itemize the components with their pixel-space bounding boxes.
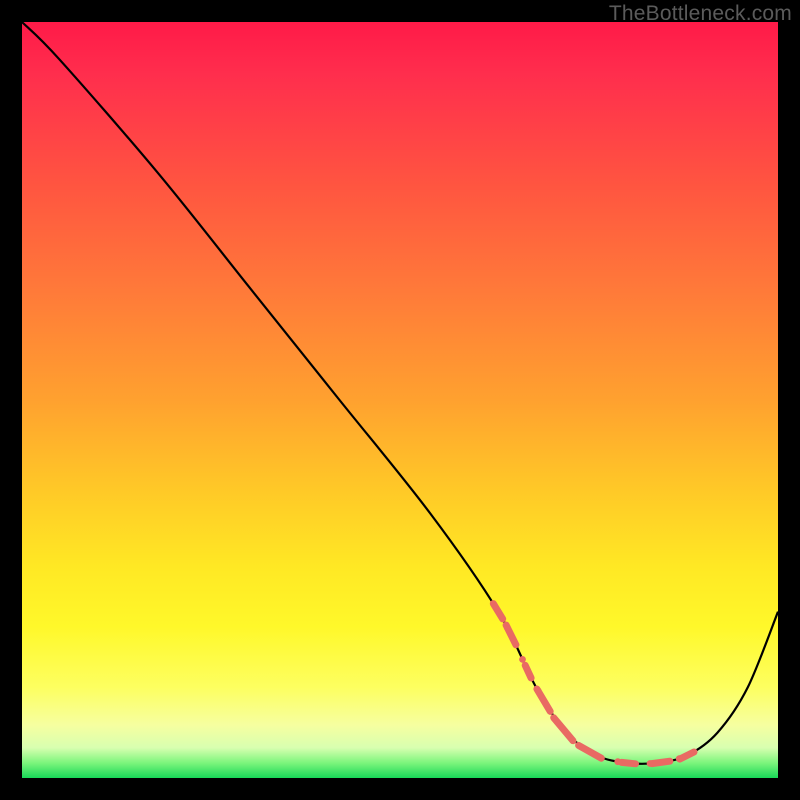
chart-frame: TheBottleneck.com — [0, 0, 800, 800]
recommended-marker-dash — [493, 604, 502, 619]
recommended-marker-dash — [554, 718, 573, 741]
recommended-markers — [493, 604, 694, 767]
recommended-marker-dash — [537, 689, 550, 711]
recommended-marker-dash — [680, 752, 694, 759]
chart-plot-area — [22, 22, 778, 778]
recommended-marker-dot — [519, 656, 526, 663]
watermark-text: TheBottleneck.com — [609, 2, 792, 26]
recommended-marker-dash — [579, 745, 602, 758]
chart-svg — [22, 22, 778, 778]
recommended-marker-dash — [525, 665, 531, 678]
recommended-marker-dash — [652, 761, 670, 763]
bottleneck-curve-line — [22, 22, 778, 764]
recommended-marker-dash — [622, 762, 636, 763]
recommended-marker-dash — [506, 625, 516, 645]
